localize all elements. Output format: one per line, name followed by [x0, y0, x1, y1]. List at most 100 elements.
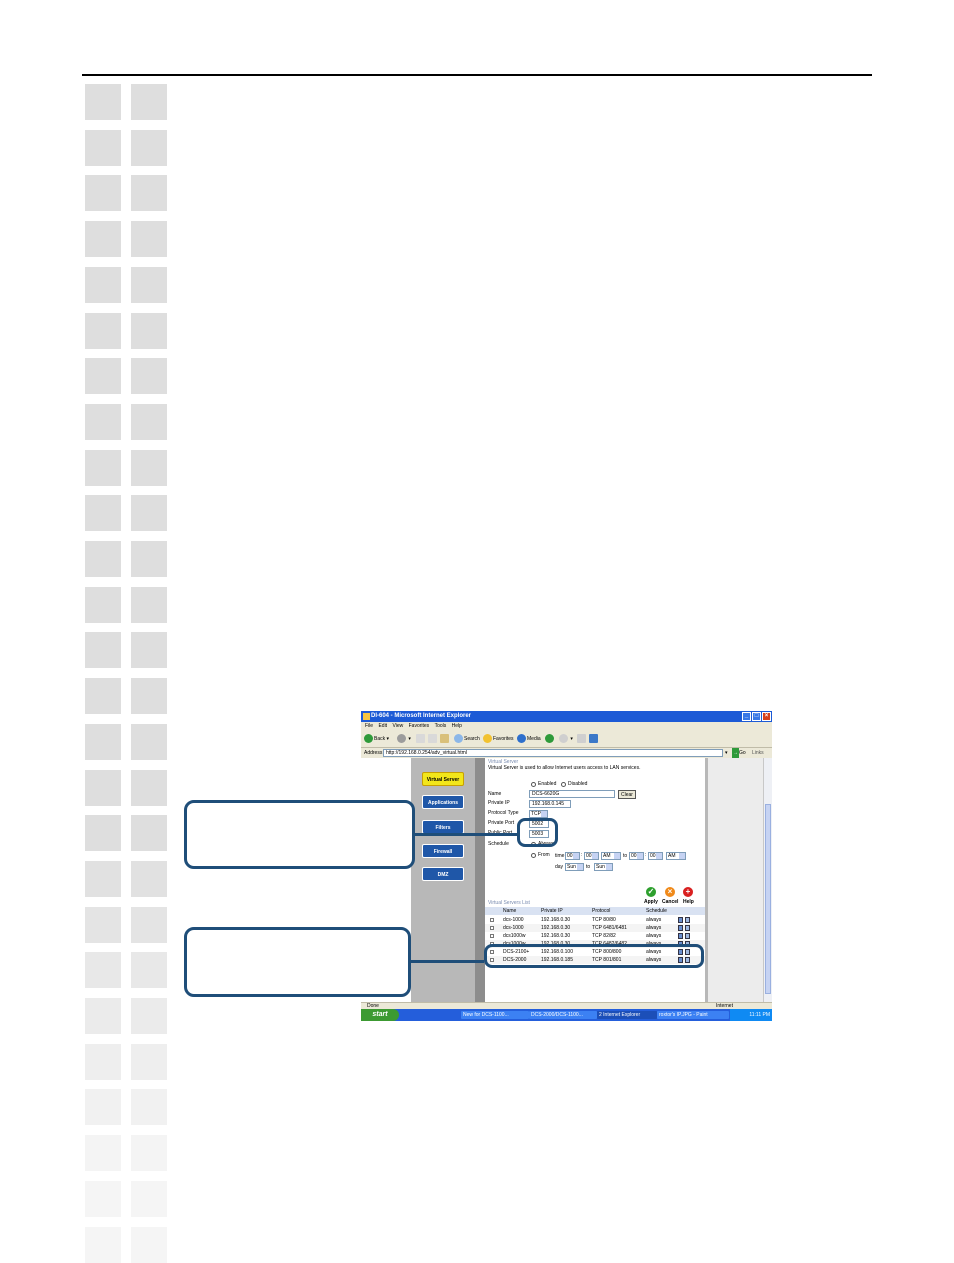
clear-button[interactable]: Clear — [618, 790, 636, 799]
cell-schedule: always — [646, 933, 662, 939]
decorative-square — [85, 358, 121, 394]
decorative-square — [85, 1135, 121, 1171]
taskbar: start New for DCS-1100... DCS-2000/DCS-1… — [361, 1009, 772, 1021]
taskbar-item-4[interactable]: roxtor's IP.JPG - Paint — [657, 1011, 729, 1019]
home-button[interactable] — [440, 734, 450, 744]
search-button[interactable]: Search — [454, 734, 480, 744]
nav-firewall[interactable]: Firewall — [422, 844, 464, 858]
private-ip-field[interactable]: 192.168.0.145 — [529, 800, 571, 808]
hour-to-select[interactable]: 00 — [629, 852, 644, 860]
decorative-square — [85, 1227, 121, 1263]
menu-view[interactable]: View — [392, 723, 403, 729]
row-checkbox[interactable] — [490, 926, 494, 930]
decorative-square — [85, 221, 121, 257]
decorative-square — [85, 1181, 121, 1217]
callout-box-list — [184, 927, 411, 997]
edit-row-icon[interactable] — [678, 933, 683, 939]
hour-from-select[interactable]: 00 — [565, 852, 580, 860]
history-button[interactable] — [545, 734, 555, 744]
enabled-radio[interactable] — [531, 782, 536, 787]
row-checkbox[interactable] — [490, 934, 494, 938]
back-button[interactable]: Back ▾ — [364, 734, 389, 744]
start-button[interactable]: start — [361, 1009, 399, 1021]
forward-button[interactable]: ▾ — [397, 734, 411, 744]
links-button[interactable]: Links — [752, 748, 764, 758]
ampm-to-select[interactable]: AM — [666, 852, 686, 860]
to-label: to — [623, 853, 628, 859]
delete-row-icon[interactable] — [685, 917, 690, 923]
menu-favorites[interactable]: Favorites — [409, 723, 430, 729]
go-button[interactable]: Go — [739, 748, 746, 758]
decorative-square — [131, 221, 167, 257]
cancel-x-icon[interactable]: × — [665, 887, 675, 897]
nav-applications[interactable]: Applications — [422, 795, 464, 809]
nav-dmz[interactable]: DMZ — [422, 867, 464, 881]
back-label: Back — [374, 736, 386, 742]
menu-file[interactable]: File — [365, 723, 373, 729]
edit-row-icon[interactable] — [678, 925, 683, 931]
edit-row-icon[interactable] — [678, 917, 683, 923]
print-button[interactable] — [577, 734, 587, 744]
list-highlight-ring — [484, 944, 704, 968]
decorative-square — [131, 130, 167, 166]
menu-help[interactable]: Help — [452, 723, 462, 729]
favorites-button[interactable]: Favorites — [483, 734, 514, 744]
name-label: Name — [488, 791, 502, 797]
refresh-icon — [428, 734, 437, 744]
menu-tools[interactable]: Tools — [435, 723, 447, 729]
delete-row-icon[interactable] — [685, 933, 690, 939]
day-to-select[interactable]: Sun — [594, 863, 613, 871]
vertical-scrollbar[interactable] — [763, 758, 772, 1002]
decorative-square — [131, 1227, 167, 1263]
nav-virtual-server[interactable]: Virtual Server — [422, 772, 464, 786]
time-label: time — [555, 853, 565, 859]
right-strip — [705, 758, 763, 1002]
minute-from-select[interactable]: 00 — [584, 852, 599, 860]
taskbar-item-3[interactable]: 2 Internet Explorer — [597, 1011, 657, 1019]
day-from-select[interactable]: Sun — [565, 863, 584, 871]
decorative-square — [131, 587, 167, 623]
disabled-radio[interactable] — [561, 782, 566, 787]
port-highlight-ring — [517, 818, 558, 847]
system-tray-clock: 11:11 PM — [730, 1009, 772, 1021]
mail-button[interactable]: ▾ — [559, 734, 573, 744]
address-dropdown-icon[interactable]: ▾ — [725, 748, 728, 758]
decorative-square — [131, 861, 167, 897]
from-radio[interactable] — [531, 853, 536, 858]
help-button[interactable]: Help — [683, 899, 694, 905]
go-arrow-icon[interactable]: → — [732, 748, 739, 758]
menu-edit[interactable]: Edit — [378, 723, 387, 729]
cancel-button[interactable]: Cancel — [662, 899, 678, 905]
scroll-thumb[interactable] — [765, 804, 771, 994]
decorative-square — [85, 815, 121, 851]
media-button[interactable]: Media — [517, 734, 541, 744]
delete-row-icon[interactable] — [685, 925, 690, 931]
refresh-button[interactable] — [428, 734, 438, 744]
apply-button[interactable]: Apply — [644, 899, 658, 905]
decorative-square — [131, 952, 167, 988]
cell-name: dcs1000w — [503, 933, 526, 939]
row-checkbox[interactable] — [490, 918, 494, 922]
stop-button[interactable] — [416, 734, 426, 744]
close-button[interactable]: × — [762, 712, 771, 721]
minute-to-select[interactable]: 00 — [648, 852, 663, 860]
taskbar-item-1[interactable]: New for DCS-1100... — [461, 1011, 529, 1019]
decorative-square — [131, 495, 167, 531]
cell-name: dcs-1000 — [503, 917, 524, 923]
window-titlebar: DI-604 - Microsoft Internet Explorer _ □… — [361, 711, 772, 722]
protocol-select[interactable]: TCP — [529, 810, 548, 818]
ampm-from-select[interactable]: AM — [601, 852, 621, 860]
address-label: Address — [364, 750, 383, 756]
enabled-label: Enabled — [538, 781, 557, 787]
apply-check-icon[interactable]: ✓ — [646, 887, 656, 897]
maximize-button[interactable]: □ — [752, 712, 761, 721]
edit-button[interactable] — [589, 734, 599, 744]
taskbar-item-2[interactable]: DCS-2000/DCS-1100... — [529, 1011, 597, 1019]
minimize-button[interactable]: _ — [742, 712, 751, 721]
name-field[interactable]: DCS-6620G — [529, 790, 615, 798]
from-label: From — [538, 852, 550, 858]
address-input[interactable]: http://192.168.0.254/adv_virtual.html — [383, 749, 723, 757]
help-plus-icon[interactable]: + — [683, 887, 693, 897]
list-heading: Virtual Servers List — [488, 900, 530, 906]
nav-filters[interactable]: Filters — [422, 820, 464, 834]
